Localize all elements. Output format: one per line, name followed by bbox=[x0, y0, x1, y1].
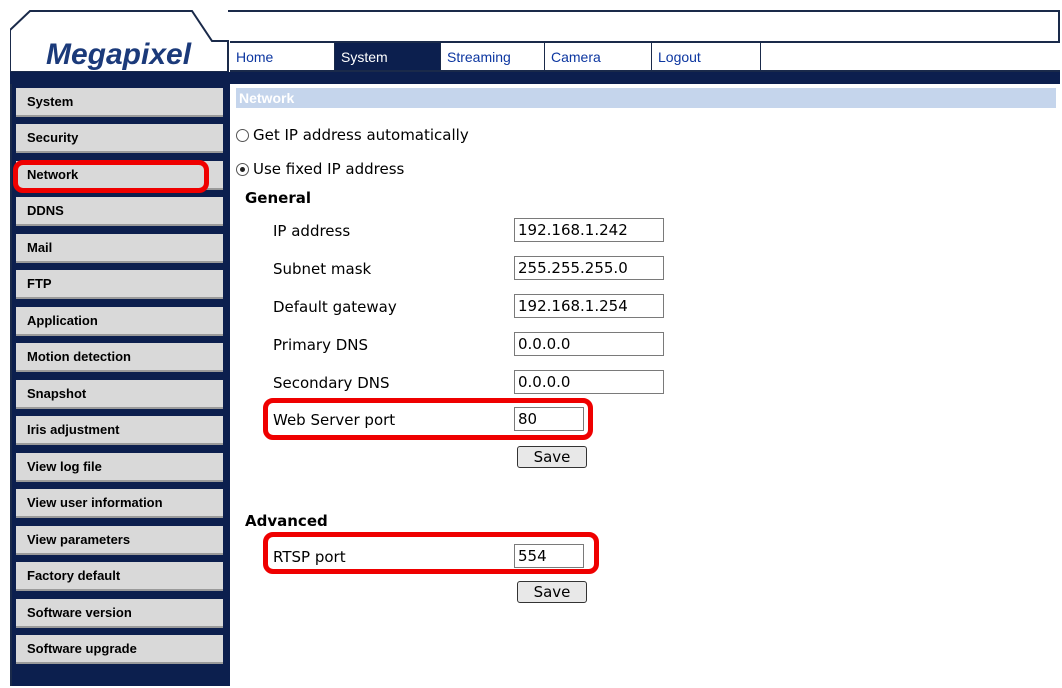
rtsp-port-input[interactable] bbox=[514, 544, 584, 568]
header-band bbox=[10, 72, 1060, 84]
logo-tab: Megapixel bbox=[10, 10, 229, 73]
default-gateway-input[interactable] bbox=[514, 294, 664, 318]
sidebar-item-view-user-information[interactable]: View user information bbox=[16, 489, 223, 518]
radio-button-checked-icon[interactable] bbox=[236, 162, 249, 176]
top-nav: Home System Streaming Camera Logout bbox=[230, 41, 1060, 72]
sidebar-item-iris-adjustment[interactable]: Iris adjustment bbox=[16, 416, 223, 445]
main-content: Network Get IP address automatically Use… bbox=[230, 84, 1060, 686]
radio-button-icon[interactable] bbox=[236, 128, 249, 142]
primary-dns-label: Primary DNS bbox=[273, 336, 369, 354]
nav-streaming[interactable]: Streaming bbox=[441, 43, 545, 70]
sidebar-item-mail[interactable]: Mail bbox=[16, 234, 223, 263]
sidebar-item-software-upgrade[interactable]: Software upgrade bbox=[16, 635, 223, 664]
section-title: Network bbox=[236, 88, 1056, 108]
ip-address-input[interactable] bbox=[514, 218, 664, 242]
secondary-dns-input[interactable] bbox=[514, 370, 664, 394]
secondary-dns-label: Secondary DNS bbox=[273, 374, 390, 392]
sidebar-item-snapshot[interactable]: Snapshot bbox=[16, 380, 223, 409]
radio-label-fixed: Use fixed IP address bbox=[253, 160, 405, 178]
sidebar-item-view-log-file[interactable]: View log file bbox=[16, 453, 223, 482]
sidebar-item-ddns[interactable]: DDNS bbox=[16, 197, 223, 226]
primary-dns-input[interactable] bbox=[514, 332, 664, 356]
sidebar: System Security Network DDNS Mail FTP Ap… bbox=[12, 84, 230, 686]
subnet-mask-label: Subnet mask bbox=[273, 260, 372, 278]
sidebar-item-view-parameters[interactable]: View parameters bbox=[16, 526, 223, 555]
sidebar-item-network[interactable]: Network bbox=[16, 161, 223, 190]
nav-home[interactable]: Home bbox=[230, 43, 335, 70]
nav-logout[interactable]: Logout bbox=[652, 43, 761, 70]
rtsp-port-label: RTSP port bbox=[273, 548, 346, 566]
nav-camera[interactable]: Camera bbox=[545, 43, 652, 70]
web-server-port-input[interactable] bbox=[514, 407, 584, 431]
default-gateway-label: Default gateway bbox=[273, 298, 397, 316]
subnet-mask-input[interactable] bbox=[514, 256, 664, 280]
radio-label-auto: Get IP address automatically bbox=[253, 126, 469, 144]
sidebar-item-system[interactable]: System bbox=[16, 88, 223, 117]
sidebar-item-application[interactable]: Application bbox=[16, 307, 223, 336]
radio-get-ip-auto[interactable]: Get IP address automatically bbox=[236, 126, 469, 144]
sidebar-item-factory-default[interactable]: Factory default bbox=[16, 562, 223, 591]
save-advanced-button[interactable]: Save bbox=[517, 581, 587, 603]
advanced-title: Advanced bbox=[245, 512, 328, 530]
sidebar-item-motion-detection[interactable]: Motion detection bbox=[16, 343, 223, 372]
ip-address-label: IP address bbox=[273, 222, 351, 240]
sidebar-item-ftp[interactable]: FTP bbox=[16, 270, 223, 299]
save-general-button[interactable]: Save bbox=[517, 446, 587, 468]
sidebar-item-security[interactable]: Security bbox=[16, 124, 223, 153]
general-title: General bbox=[245, 189, 311, 207]
web-server-port-label: Web Server port bbox=[273, 411, 396, 429]
radio-use-fixed-ip[interactable]: Use fixed IP address bbox=[236, 160, 404, 178]
sidebar-item-software-version[interactable]: Software version bbox=[16, 599, 223, 628]
nav-system[interactable]: System bbox=[335, 43, 441, 70]
brand-logo: Megapixel bbox=[46, 38, 192, 71]
